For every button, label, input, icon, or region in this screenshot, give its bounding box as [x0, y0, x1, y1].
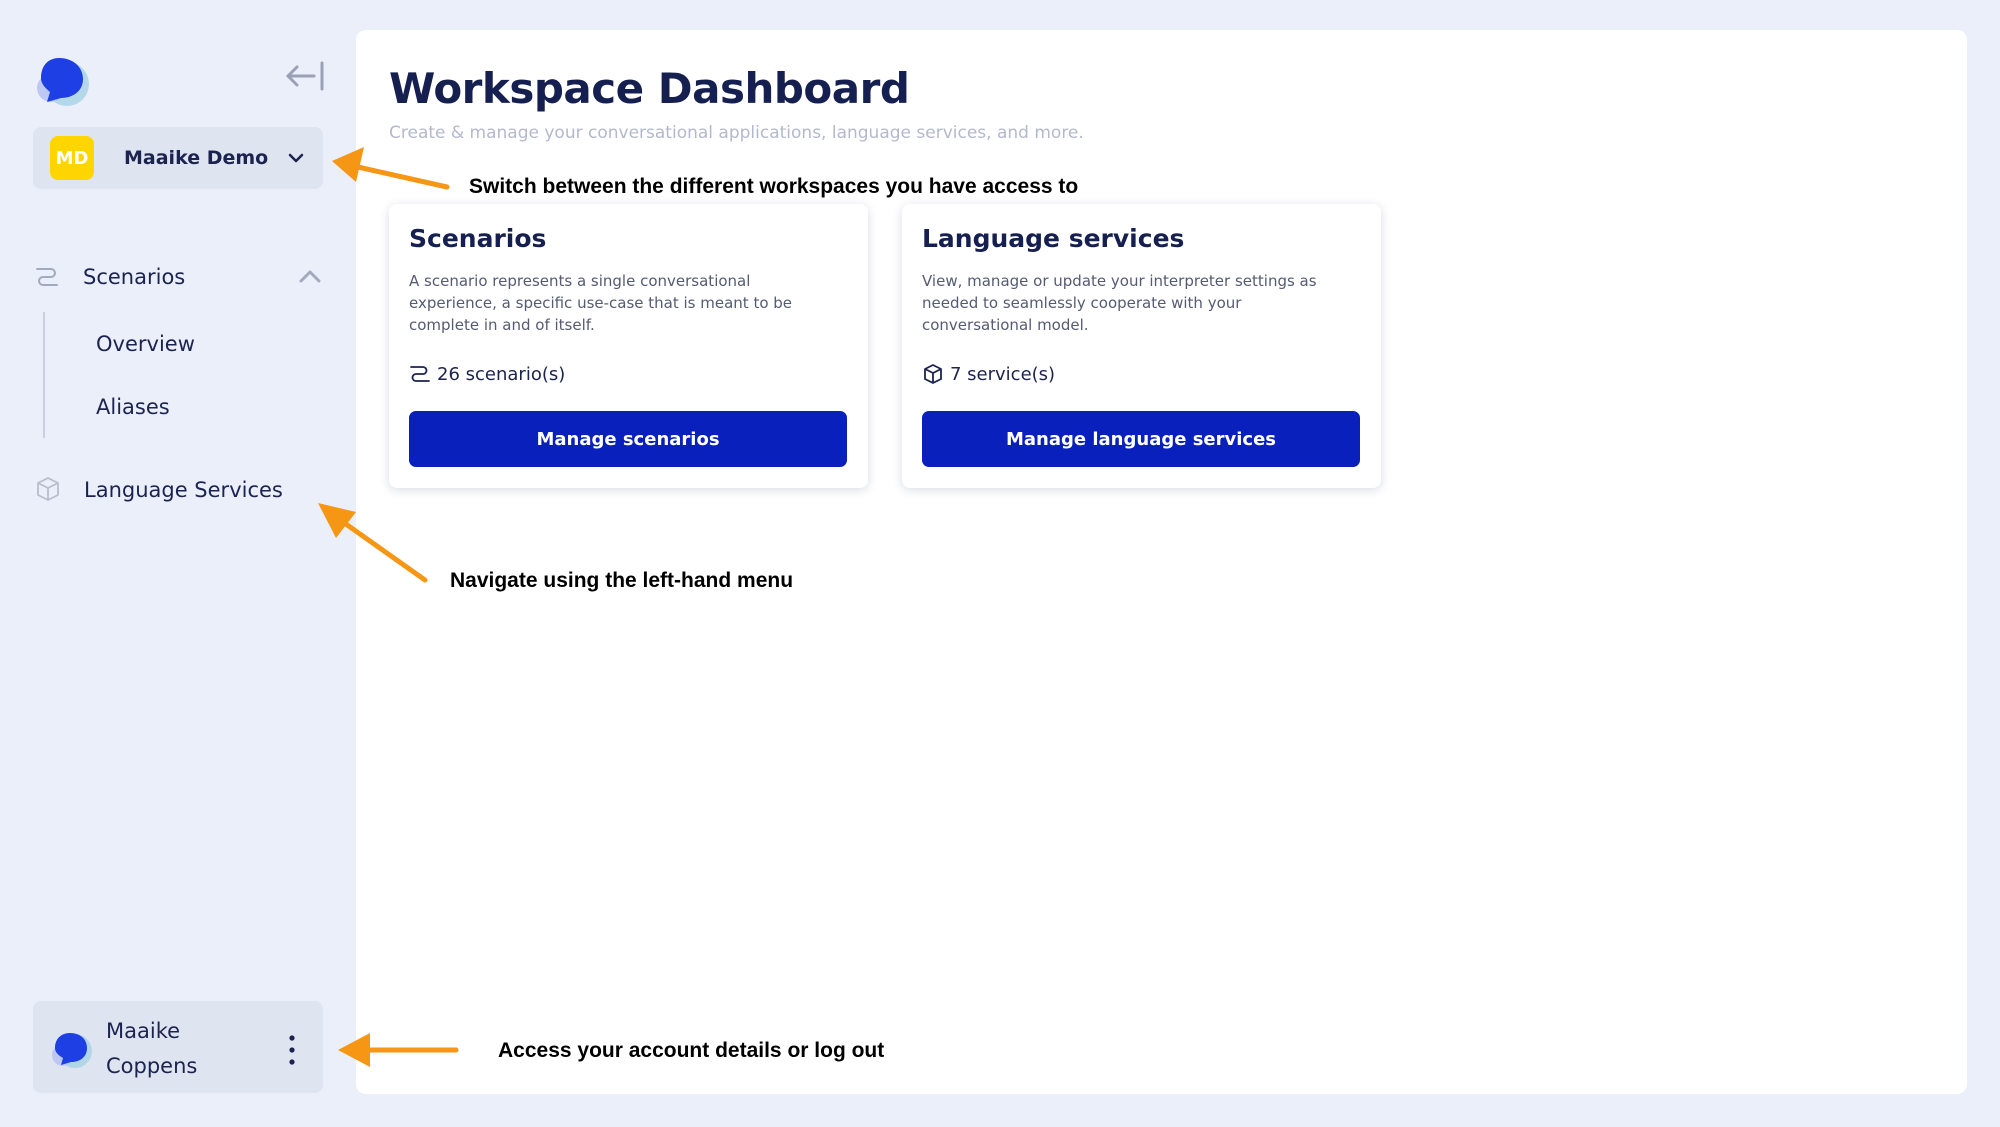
service-count-text: 7 service(s) — [950, 363, 1056, 385]
sidebar-item-aliases[interactable]: Aliases — [96, 395, 170, 419]
annotation-navigation: Navigate using the left-hand menu — [450, 569, 794, 592]
chevron-up-icon[interactable] — [298, 266, 322, 288]
sidebar: MD Maaike Demo Scenarios Overview Aliase… — [0, 0, 350, 1127]
card-title: Language services — [922, 224, 1185, 253]
user-avatar-icon — [52, 1033, 92, 1068]
more-vertical-icon[interactable] — [285, 1033, 299, 1067]
scenarios-card: Scenarios A scenario represents a single… — [389, 204, 868, 488]
workspace-name: Maaike Demo — [124, 147, 269, 169]
page-subtitle: Create & manage your conversational appl… — [389, 123, 1084, 143]
route-icon — [36, 268, 58, 286]
route-icon — [410, 366, 430, 382]
chat-bubble-logo-icon[interactable] — [33, 50, 93, 108]
collapse-sidebar-icon[interactable] — [284, 58, 326, 94]
cube-icon — [924, 364, 942, 384]
sidebar-item-scenarios[interactable]: Scenarios — [83, 265, 185, 289]
account-menu[interactable]: Maaike Coppens — [33, 1001, 323, 1093]
language-services-card: Language services View, manage or update… — [902, 204, 1381, 488]
account-first-name: Maaike — [106, 1019, 181, 1043]
manage-scenarios-button[interactable]: Manage scenarios — [409, 411, 847, 467]
card-title: Scenarios — [409, 224, 547, 253]
scenario-count: 26 scenario(s) — [409, 362, 565, 386]
annotation-account: Access your account details or log out — [498, 1039, 885, 1062]
sidebar-item-language-services[interactable]: Language Services — [84, 478, 283, 502]
workspace-avatar: MD — [50, 136, 94, 180]
nav-tree-line — [43, 312, 45, 438]
annotation-workspace: Switch between the different workspaces … — [469, 175, 1079, 198]
sidebar-item-overview[interactable]: Overview — [96, 332, 195, 356]
page-title: Workspace Dashboard — [389, 64, 910, 113]
service-count: 7 service(s) — [922, 362, 1055, 386]
cube-icon — [37, 477, 59, 501]
manage-language-services-button[interactable]: Manage language services — [922, 411, 1360, 467]
chevron-down-icon — [288, 153, 304, 163]
card-description: A scenario represents a single conversat… — [409, 272, 793, 334]
scenario-count-text: 26 scenario(s) — [437, 363, 566, 385]
workspace-switcher[interactable]: MD Maaike Demo — [33, 127, 323, 189]
card-description: View, manage or update your interpreter … — [922, 272, 1317, 334]
account-last-name: Coppens — [106, 1054, 198, 1078]
